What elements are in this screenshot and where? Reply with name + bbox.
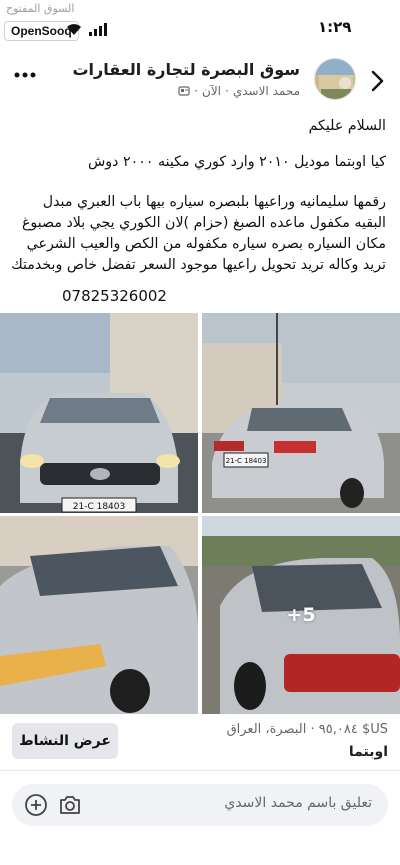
view-activity-button[interactable]: عرض النشاط — [12, 723, 118, 759]
comment-input[interactable]: تعليق باسم محمد الاسدي — [224, 795, 372, 811]
page-avatar[interactable] — [314, 58, 356, 100]
front-plate-text: 21-C 18403 — [73, 502, 125, 512]
signal-icon — [89, 23, 107, 36]
post-body: رقمها سليمانيه وراعيها بلبصره سياره بيها… — [11, 194, 386, 273]
clock: ١:٢٩ — [318, 18, 352, 36]
car-photo-side[interactable] — [0, 516, 198, 714]
camera-icon[interactable] — [58, 794, 82, 816]
more-photos-overlay[interactable]: +5 — [202, 516, 400, 714]
comment-bar: تعليق باسم محمد الاسدي — [12, 784, 388, 826]
watermark: السوق المفتوح — [6, 2, 75, 15]
post-title: كيا اوبتما موديل ٢٠١٠ وارد كوري مكينه ٢٠… — [87, 154, 386, 170]
phone-number[interactable]: 07825326002 — [62, 286, 167, 307]
more-photos-count: +5 — [286, 604, 316, 626]
divider — [0, 770, 400, 771]
add-icon[interactable] — [24, 793, 48, 817]
more-options-icon[interactable] — [14, 72, 36, 78]
post-greeting: السلام عليكم — [308, 118, 386, 134]
listing-title[interactable]: اوبتما — [349, 744, 388, 760]
car-photo-front[interactable]: 21-C 18403 — [0, 313, 198, 513]
wifi-icon — [67, 24, 81, 35]
post-header: سوق البصرة لتجارة العقارات محمد الاسدي ·… — [0, 52, 400, 108]
author-name[interactable]: محمد الاسدي — [233, 84, 300, 98]
page-name[interactable]: سوق البصرة لتجارة العقارات — [72, 60, 300, 79]
rear-plate-text: 21-C 18403 — [226, 457, 267, 465]
meta-separator: · — [194, 84, 199, 98]
privacy-icon — [178, 86, 190, 96]
post-time: الآن — [202, 84, 222, 98]
back-arrow-icon[interactable] — [370, 70, 384, 92]
status-bar: السوق المفتوح OpenSooq ١:٢٩ — [0, 0, 400, 44]
post-meta: محمد الاسدي · الآن · — [178, 84, 300, 98]
price-location: US$ ٩٥,٠٨٤ · البصرة، العراق — [226, 722, 388, 737]
meta-separator: · — [225, 84, 229, 98]
car-photo-rear[interactable]: 21-C 18403 — [202, 313, 400, 513]
